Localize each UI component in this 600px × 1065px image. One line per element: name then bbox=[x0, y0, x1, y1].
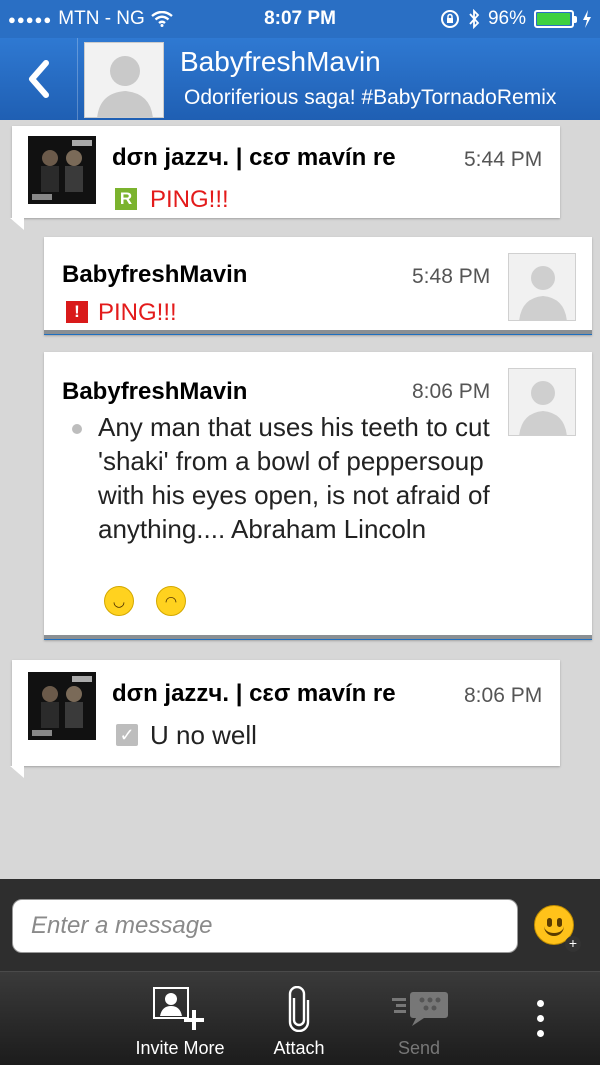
invite-more-button[interactable]: Invite More bbox=[120, 972, 240, 1065]
message-input[interactable] bbox=[12, 899, 518, 953]
sender-avatar[interactable] bbox=[28, 136, 96, 204]
sender-name: BabyfreshMavin bbox=[62, 261, 248, 288]
send-icon bbox=[392, 992, 448, 1026]
message-text: Any man that uses his teeth to cut 'shak… bbox=[98, 412, 490, 544]
chevron-left-icon bbox=[28, 60, 49, 98]
alert-icon: ! bbox=[66, 301, 88, 323]
composer-bar: + bbox=[0, 879, 600, 971]
paperclip-icon bbox=[288, 986, 310, 1032]
contact-status[interactable]: Odoriferious saga! #BabyTornadoRemix bbox=[184, 86, 600, 110]
read-receipt-icon: R bbox=[115, 188, 137, 210]
message-time: 8:06 PM bbox=[412, 380, 491, 403]
contact-avatar[interactable] bbox=[84, 42, 164, 118]
emoji-add-icon[interactable]: + bbox=[534, 905, 581, 952]
send-label: Send bbox=[397, 1038, 441, 1058]
message-bubble[interactable]: BabyfreshMavin 8:06 PM Any man that uses… bbox=[44, 352, 592, 640]
attach-button[interactable]: Attach bbox=[250, 972, 348, 1065]
send-button[interactable]: Send bbox=[370, 972, 468, 1065]
signal-dots-icon: ●●●●● bbox=[8, 11, 53, 27]
laughing-emoji: ◠ bbox=[156, 586, 186, 616]
ping-text: PING!!! bbox=[98, 299, 177, 326]
bottom-toolbar: Invite More Attach Send bbox=[0, 971, 600, 1065]
message-time: 8:06 PM bbox=[464, 684, 543, 707]
sender-avatar[interactable] bbox=[508, 253, 576, 321]
sender-name: dσn jazzч. | cεσ mavín re bbox=[112, 680, 396, 707]
grinning-emoji: ◡ bbox=[104, 586, 134, 616]
message-time: 5:48 PM bbox=[412, 265, 491, 288]
carrier-label: MTN - NG bbox=[58, 8, 145, 29]
sender-avatar[interactable] bbox=[508, 368, 576, 436]
sender-name: dσn jazzч. | cεσ mavín re bbox=[112, 144, 396, 171]
invite-more-label: Invite More bbox=[135, 1038, 225, 1058]
message-text: U no well bbox=[150, 720, 257, 750]
battery-percent: 96% bbox=[487, 8, 526, 29]
message-bubble[interactable]: dσn jazzч. | cεσ mavín re 8:06 PM ✓ U no… bbox=[10, 660, 560, 778]
message-status-dot bbox=[72, 424, 82, 434]
checkmark-icon: ✓ bbox=[116, 724, 138, 746]
message-bubble[interactable]: BabyfreshMavin 5:48 PM ! PING!!! bbox=[44, 237, 592, 335]
message-bubble[interactable]: dσn jazzч. | cεσ mavín re 5:44 PM R PING… bbox=[10, 126, 560, 230]
sender-name: BabyfreshMavin bbox=[62, 378, 248, 405]
rotation-lock-icon bbox=[440, 10, 459, 28]
message-time: 5:44 PM bbox=[464, 148, 543, 171]
charging-icon bbox=[583, 10, 591, 28]
wifi-icon bbox=[151, 11, 173, 27]
bluetooth-icon bbox=[469, 9, 480, 29]
chat-header: BabyfreshMavin Odoriferious saga! #BabyT… bbox=[0, 38, 600, 120]
battery-icon bbox=[534, 10, 577, 28]
contact-name[interactable]: BabyfreshMavin bbox=[180, 46, 381, 78]
attach-label: Attach bbox=[273, 1038, 325, 1058]
ping-text: PING!!! bbox=[150, 186, 229, 213]
add-contact-icon bbox=[153, 987, 204, 1030]
more-vertical-icon[interactable] bbox=[530, 1000, 550, 1044]
back-button[interactable] bbox=[0, 38, 78, 120]
status-bar: ●●●●● MTN - NG 8:07 PM 96% bbox=[0, 0, 600, 38]
sender-avatar[interactable] bbox=[28, 672, 96, 740]
